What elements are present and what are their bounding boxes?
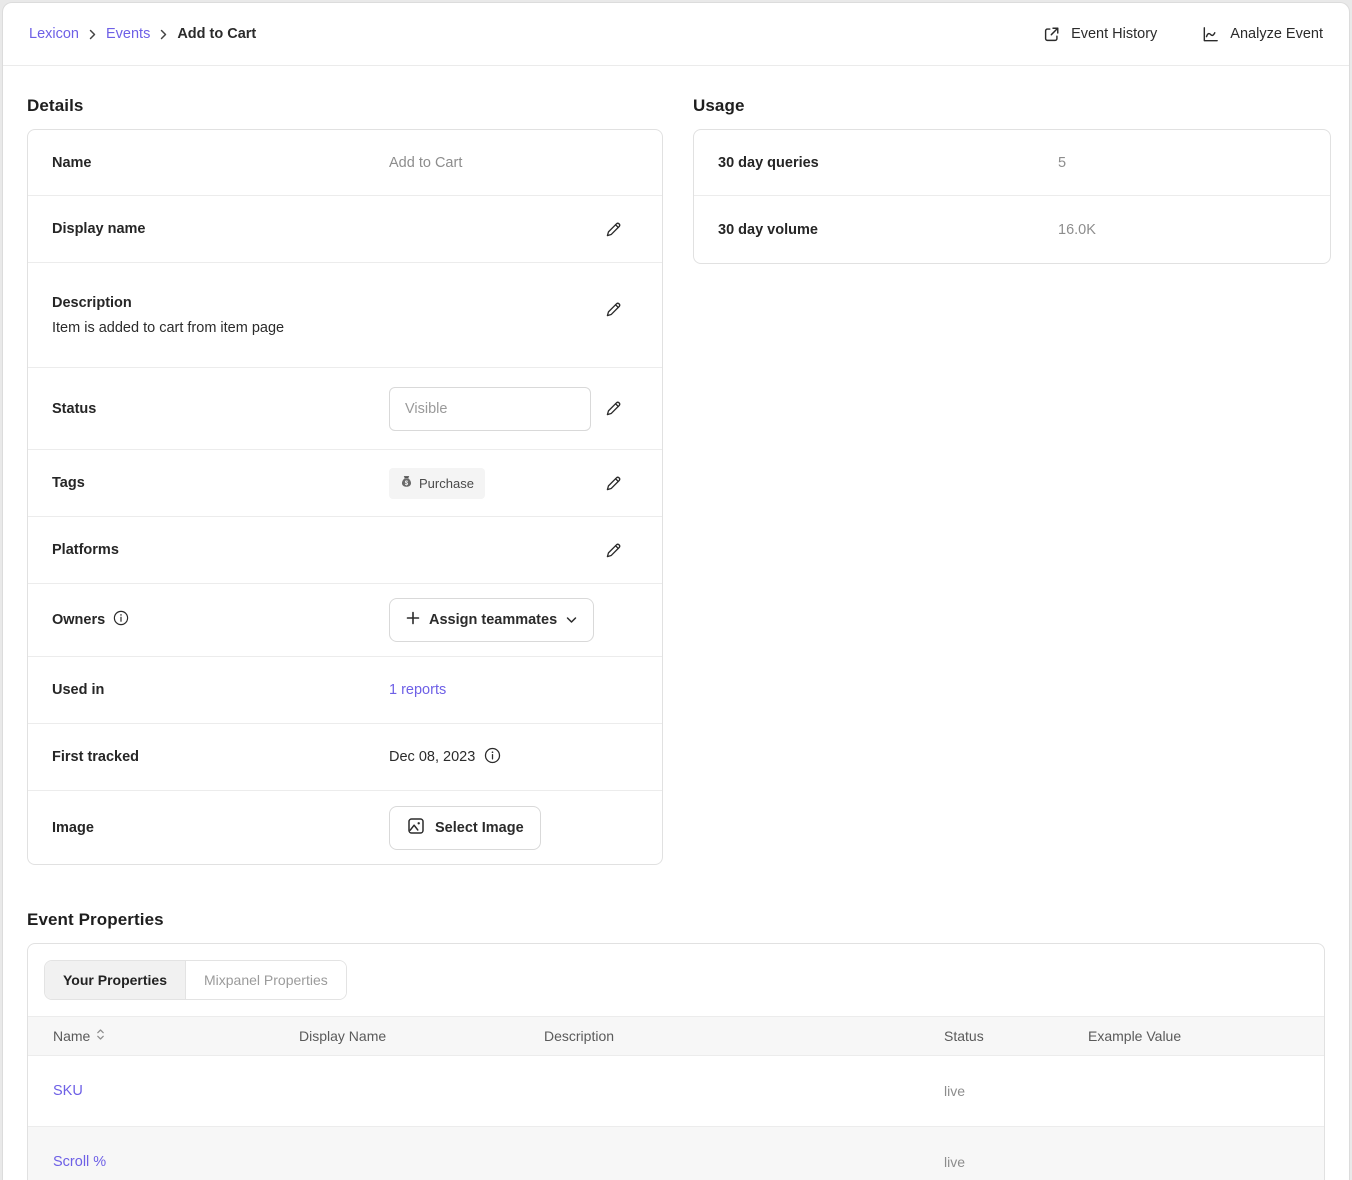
detail-row-platforms: Platforms — [28, 517, 662, 584]
top-bar: Lexicon Events Add to Cart Event Histo — [3, 3, 1349, 66]
event-name-value: Add to Cart — [389, 155, 462, 171]
status-select[interactable]: Visible — [389, 387, 591, 431]
detail-row-image: Image Select Image — [28, 791, 662, 864]
edit-pencil-icon[interactable] — [602, 218, 624, 240]
details-title: Details — [27, 96, 663, 116]
money-bag-icon: $ — [400, 475, 413, 492]
chevron-right-icon — [159, 29, 168, 40]
event-properties-card: Your Properties Mixpanel Properties Name… — [27, 943, 1325, 1180]
sort-icon[interactable] — [96, 1028, 105, 1044]
usage-label: 30 day queries — [718, 155, 1058, 171]
image-icon — [406, 816, 426, 840]
property-row-sku[interactable]: SKU live — [28, 1056, 1324, 1127]
tab-your-properties[interactable]: Your Properties — [45, 961, 185, 999]
column-header-name[interactable]: Name — [53, 1028, 299, 1044]
edit-pencil-icon[interactable] — [602, 298, 624, 320]
event-properties-section: Event Properties Your Properties Mixpane… — [3, 865, 1349, 1180]
assign-teammates-button[interactable]: Assign teammates — [389, 598, 594, 642]
status-value: Visible — [405, 401, 447, 417]
usage-value: 5 — [1058, 155, 1066, 171]
detail-label: Tags — [52, 475, 389, 491]
assign-teammates-label: Assign teammates — [429, 612, 557, 628]
chevron-down-icon — [566, 612, 577, 628]
column-header-display-name: Display Name — [299, 1028, 544, 1044]
used-in-reports-link[interactable]: 1 reports — [389, 682, 446, 698]
event-history-label: Event History — [1071, 26, 1157, 42]
property-name-link[interactable]: Scroll % — [53, 1154, 299, 1170]
detail-label: Name — [52, 155, 389, 171]
detail-row-description: Description Item is added to cart from i… — [28, 263, 662, 368]
property-status: live — [944, 1154, 1088, 1170]
edit-pencil-icon[interactable] — [602, 539, 624, 561]
details-section: Details Name Add to Cart Display name — [27, 96, 663, 865]
detail-label: Owners — [52, 610, 389, 630]
detail-row-tags: Tags $ Purchase — [28, 450, 662, 517]
event-properties-title: Event Properties — [27, 910, 1325, 930]
usage-row-queries: 30 day queries 5 — [694, 130, 1330, 196]
properties-tabs: Your Properties Mixpanel Properties — [44, 960, 347, 1000]
select-image-button[interactable]: Select Image — [389, 806, 541, 850]
usage-section: Usage 30 day queries 5 30 day volume 16.… — [693, 96, 1331, 865]
edit-pencil-icon[interactable] — [602, 398, 624, 420]
breadcrumb: Lexicon Events Add to Cart — [29, 26, 256, 42]
usage-value: 16.0K — [1058, 222, 1096, 238]
detail-row-name: Name Add to Cart — [28, 130, 662, 196]
detail-row-status: Status Visible — [28, 368, 662, 450]
main-content: Details Name Add to Cart Display name — [3, 66, 1349, 865]
line-chart-icon — [1201, 25, 1220, 44]
usage-card: 30 day queries 5 30 day volume 16.0K — [693, 129, 1331, 264]
owners-label: Owners — [52, 612, 105, 628]
breadcrumb-events[interactable]: Events — [106, 26, 150, 42]
column-header-description: Description — [544, 1028, 944, 1044]
description-value: Item is added to cart from item page — [52, 320, 284, 336]
select-image-label: Select Image — [435, 820, 524, 836]
property-row-scroll-pct[interactable]: Scroll % live — [28, 1127, 1324, 1180]
external-link-icon — [1042, 25, 1061, 44]
detail-row-owners: Owners Assign team — [28, 584, 662, 657]
detail-label: Image — [52, 820, 389, 836]
usage-title: Usage — [693, 96, 1331, 116]
first-tracked-value-wrap: Dec 08, 2023 — [389, 747, 501, 768]
info-icon[interactable] — [113, 610, 129, 630]
usage-label: 30 day volume — [718, 222, 1058, 238]
lexicon-event-detail-page: Lexicon Events Add to Cart Event Histo — [2, 2, 1350, 1180]
analyze-event-button[interactable]: Analyze Event — [1201, 25, 1323, 44]
column-header-label: Name — [53, 1028, 90, 1044]
property-status: live — [944, 1083, 1088, 1099]
column-header-status: Status — [944, 1028, 1088, 1044]
detail-row-used-in: Used in 1 reports — [28, 657, 662, 724]
detail-row-display-name: Display name — [28, 196, 662, 263]
breadcrumb-current-event: Add to Cart — [177, 26, 256, 42]
column-header-example-value: Example Value — [1088, 1028, 1324, 1044]
event-history-button[interactable]: Event History — [1042, 25, 1157, 44]
tab-mixpanel-properties[interactable]: Mixpanel Properties — [185, 961, 346, 999]
breadcrumb-lexicon[interactable]: Lexicon — [29, 26, 79, 42]
property-name-link[interactable]: SKU — [53, 1083, 299, 1099]
tag-chip-purchase[interactable]: $ Purchase — [389, 468, 485, 499]
top-actions: Event History Analyze Event — [1042, 25, 1323, 44]
properties-table-header: Name Display Name Description Status Exa… — [28, 1016, 1324, 1056]
chevron-right-icon — [88, 29, 97, 40]
detail-label: Display name — [52, 221, 389, 237]
tag-label: Purchase — [419, 476, 474, 491]
plus-icon — [406, 611, 420, 629]
detail-label: Platforms — [52, 542, 389, 558]
detail-label: Used in — [52, 682, 389, 698]
detail-row-first-tracked: First tracked Dec 08, 2023 — [28, 724, 662, 791]
details-card: Name Add to Cart Display name Descriptio… — [27, 129, 663, 865]
detail-label: Description — [52, 295, 132, 311]
detail-label: First tracked — [52, 749, 389, 765]
detail-label: Status — [52, 401, 389, 417]
info-icon[interactable] — [484, 747, 501, 768]
usage-row-volume: 30 day volume 16.0K — [694, 196, 1330, 263]
analyze-event-label: Analyze Event — [1230, 26, 1323, 42]
edit-pencil-icon[interactable] — [602, 472, 624, 494]
first-tracked-date: Dec 08, 2023 — [389, 749, 475, 765]
